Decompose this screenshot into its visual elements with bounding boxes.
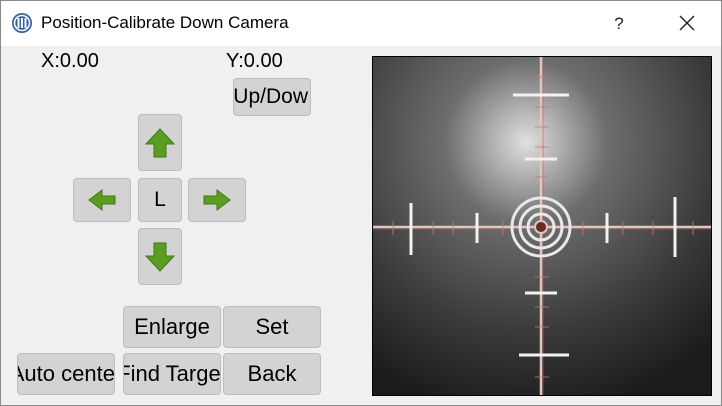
center-button[interactable]: L (138, 178, 182, 222)
up-down-label: Up/Dow (233, 85, 308, 108)
arrow-left-icon (88, 188, 116, 212)
x-coordinate: X:0.00 (41, 50, 99, 72)
target-rings (510, 196, 572, 258)
back-label: Back (247, 361, 297, 386)
set-label: Set (255, 314, 289, 339)
camera-image (373, 57, 711, 395)
find-target-button[interactable]: Find Target (123, 353, 221, 395)
move-right-button[interactable] (188, 178, 246, 222)
up-down-button[interactable]: Up/Dow (233, 78, 311, 116)
move-down-button[interactable] (138, 228, 182, 285)
auto-center-label: Auto center (18, 361, 115, 386)
set-button[interactable]: Set (223, 306, 321, 348)
close-button[interactable] (665, 1, 709, 46)
arrow-up-icon (144, 127, 176, 157)
title-bar: Position-Calibrate Down Camera ? (1, 1, 721, 46)
arrow-right-icon (203, 188, 231, 212)
back-button[interactable]: Back (223, 353, 321, 395)
find-target-label: Find Target (124, 361, 221, 386)
app-logo-icon (12, 13, 32, 33)
move-left-button[interactable] (73, 178, 131, 222)
enlarge-button[interactable]: Enlarge (123, 306, 221, 348)
move-up-button[interactable] (138, 114, 182, 171)
help-button[interactable]: ? (597, 1, 641, 46)
camera-feed (372, 56, 712, 396)
enlarge-label: Enlarge (134, 314, 210, 339)
auto-center-button[interactable]: Auto center (17, 353, 115, 395)
window-title: Position-Calibrate Down Camera (41, 13, 289, 32)
close-icon (679, 15, 695, 31)
y-coordinate: Y:0.00 (226, 50, 283, 72)
arrow-down-icon (144, 242, 176, 272)
calibrate-dialog: Position-Calibrate Down Camera ? X:0.00 … (0, 0, 722, 406)
center-label: L (154, 188, 166, 211)
